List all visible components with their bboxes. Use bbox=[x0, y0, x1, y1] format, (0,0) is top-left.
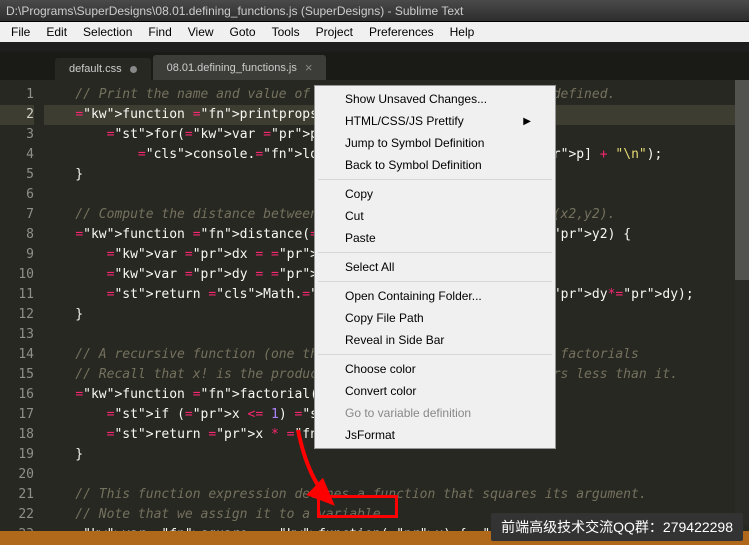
context-menu-item[interactable]: Copy bbox=[317, 183, 553, 205]
context-menu-item[interactable]: Back to Symbol Definition bbox=[317, 154, 553, 176]
window-title: D:\Programs\SuperDesigns\08.01.defining_… bbox=[6, 4, 463, 18]
line-number: 6 bbox=[0, 185, 34, 205]
context-menu-item[interactable]: Paste bbox=[317, 227, 553, 249]
code-line bbox=[44, 465, 749, 485]
context-menu-item[interactable]: Convert color bbox=[317, 380, 553, 402]
menu-separator bbox=[318, 179, 552, 180]
context-menu-item-label: Open Containing Folder... bbox=[345, 289, 482, 303]
highlight-box bbox=[317, 495, 398, 518]
context-menu-item-label: Paste bbox=[345, 231, 376, 245]
context-menu-item-label: Show Unsaved Changes... bbox=[345, 92, 487, 106]
line-number: 1 bbox=[0, 85, 34, 105]
context-menu-item-label: Convert color bbox=[345, 384, 416, 398]
line-number: 18 bbox=[0, 425, 34, 445]
menu-project[interactable]: Project bbox=[309, 23, 360, 41]
menu-tools[interactable]: Tools bbox=[265, 23, 307, 41]
menu-separator bbox=[318, 354, 552, 355]
context-menu-item[interactable]: Open Containing Folder... bbox=[317, 285, 553, 307]
tab-defining-functions[interactable]: 08.01.defining_functions.js × bbox=[153, 55, 327, 80]
context-menu-item-label: Choose color bbox=[345, 362, 416, 376]
vertical-scrollbar[interactable] bbox=[735, 80, 749, 525]
menu-view[interactable]: View bbox=[181, 23, 221, 41]
context-menu-item[interactable]: Choose color bbox=[317, 358, 553, 380]
line-number: 19 bbox=[0, 445, 34, 465]
line-number: 20 bbox=[0, 465, 34, 485]
tab-bar: default.css 08.01.defining_functions.js × bbox=[0, 52, 749, 80]
tab-label: default.css bbox=[69, 63, 122, 75]
context-menu-item-label: HTML/CSS/JS Prettify bbox=[345, 114, 464, 128]
line-number: 15 bbox=[0, 365, 34, 385]
menu-separator bbox=[318, 281, 552, 282]
line-number: 22 bbox=[0, 505, 34, 525]
context-menu-item[interactable]: JsFormat bbox=[317, 424, 553, 446]
submenu-arrow-icon: ▶ bbox=[523, 116, 531, 127]
menu-preferences[interactable]: Preferences bbox=[362, 23, 441, 41]
line-number: 10 bbox=[0, 265, 34, 285]
tab-label: 08.01.defining_functions.js bbox=[167, 62, 297, 74]
menu-find[interactable]: Find bbox=[141, 23, 178, 41]
context-menu-item[interactable]: Cut bbox=[317, 205, 553, 227]
close-icon[interactable]: × bbox=[305, 60, 313, 75]
context-menu-item-label: Go to variable definition bbox=[345, 406, 471, 420]
context-menu-item-label: Reveal in Side Bar bbox=[345, 333, 444, 347]
dirty-dot-icon bbox=[130, 66, 137, 73]
context-menu-item[interactable]: Reveal in Side Bar bbox=[317, 329, 553, 351]
line-number: 16 bbox=[0, 385, 34, 405]
menu-edit[interactable]: Edit bbox=[39, 23, 74, 41]
context-menu-item-label: JsFormat bbox=[345, 428, 395, 442]
menu-goto[interactable]: Goto bbox=[223, 23, 263, 41]
context-menu-item[interactable]: Select All bbox=[317, 256, 553, 278]
line-number: 12 bbox=[0, 305, 34, 325]
context-menu-item: Go to variable definition bbox=[317, 402, 553, 424]
context-menu-item-label: Copy File Path bbox=[345, 311, 424, 325]
line-number-gutter: 1234567891011121314151617181920212223 bbox=[0, 80, 44, 531]
line-number: 7 bbox=[0, 205, 34, 225]
menu-help[interactable]: Help bbox=[443, 23, 482, 41]
menubar: File Edit Selection Find View Goto Tools… bbox=[0, 22, 749, 42]
tab-default-css[interactable]: default.css bbox=[55, 58, 151, 80]
footer-badge: 前端高级技术交流QQ群：279422298 bbox=[491, 513, 743, 541]
line-number: 4 bbox=[0, 145, 34, 165]
line-number: 14 bbox=[0, 345, 34, 365]
line-number: 9 bbox=[0, 245, 34, 265]
line-number: 8 bbox=[0, 225, 34, 245]
context-menu-item[interactable]: Show Unsaved Changes... bbox=[317, 88, 553, 110]
scrollbar-thumb[interactable] bbox=[735, 80, 749, 280]
window-titlebar: D:\Programs\SuperDesigns\08.01.defining_… bbox=[0, 0, 749, 22]
line-number: 17 bbox=[0, 405, 34, 425]
menu-file[interactable]: File bbox=[4, 23, 37, 41]
context-menu-item-label: Jump to Symbol Definition bbox=[345, 136, 484, 150]
line-number: 2 bbox=[0, 105, 34, 125]
line-number: 21 bbox=[0, 485, 34, 505]
context-menu-item-label: Select All bbox=[345, 260, 394, 274]
context-menu-item-label: Cut bbox=[345, 209, 364, 223]
toolbar-gap bbox=[0, 42, 749, 52]
line-number: 13 bbox=[0, 325, 34, 345]
context-menu-item-label: Copy bbox=[345, 187, 373, 201]
menu-separator bbox=[318, 252, 552, 253]
context-menu-item[interactable]: HTML/CSS/JS Prettify ▶ bbox=[317, 110, 553, 132]
line-number: 11 bbox=[0, 285, 34, 305]
context-menu: Show Unsaved Changes... HTML/CSS/JS Prett… bbox=[314, 85, 556, 449]
line-number: 3 bbox=[0, 125, 34, 145]
context-menu-item[interactable]: Jump to Symbol Definition bbox=[317, 132, 553, 154]
context-menu-item[interactable]: Copy File Path bbox=[317, 307, 553, 329]
context-menu-item-label: Back to Symbol Definition bbox=[345, 158, 482, 172]
line-number: 5 bbox=[0, 165, 34, 185]
menu-selection[interactable]: Selection bbox=[76, 23, 139, 41]
